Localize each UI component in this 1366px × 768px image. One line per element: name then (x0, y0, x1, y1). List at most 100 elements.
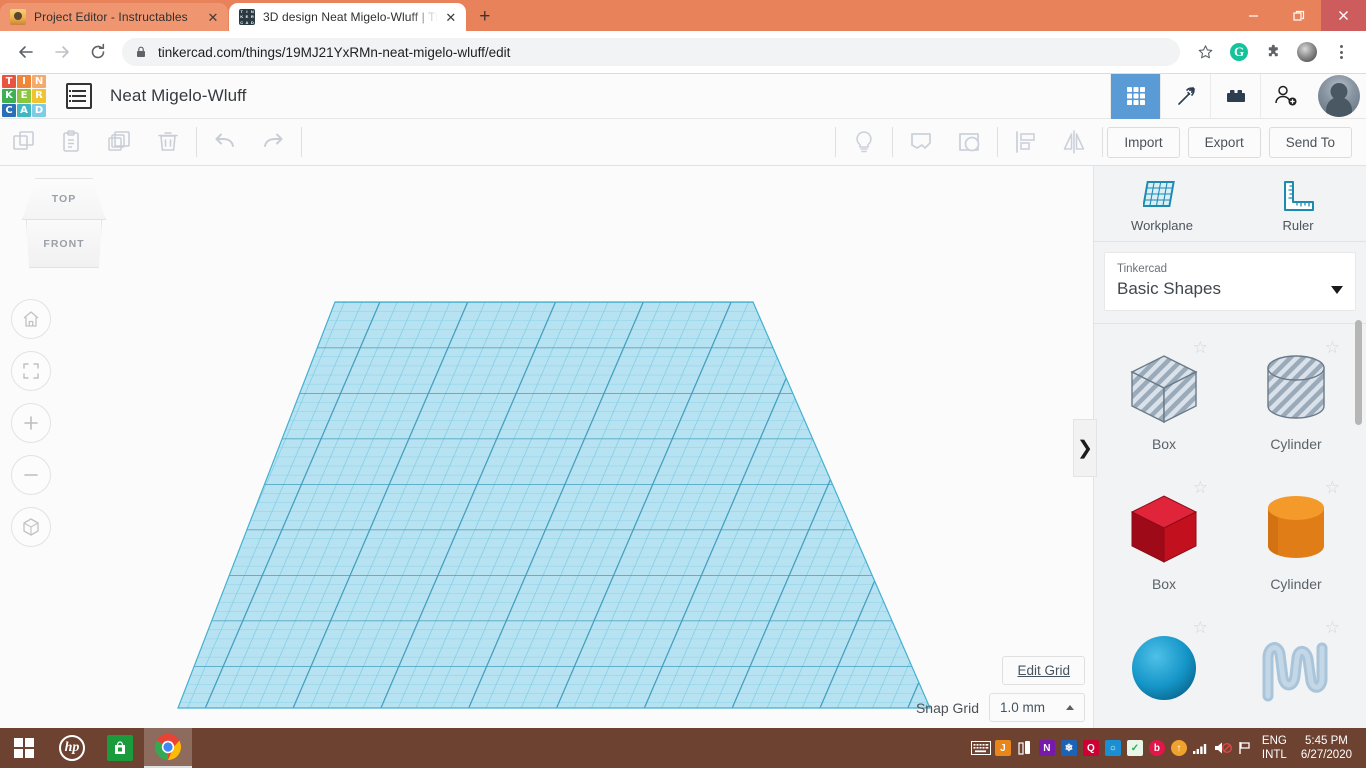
new-tab-button[interactable]: + (471, 2, 499, 30)
hp-button[interactable]: hp (48, 728, 96, 768)
workplane-tool[interactable]: Workplane (1094, 166, 1230, 241)
send-to-button[interactable]: Send To (1269, 127, 1352, 158)
snap-grid-select[interactable]: 1.0 mm (989, 693, 1085, 722)
clock-date: 6/27/2020 (1301, 748, 1352, 762)
undo-button[interactable] (201, 119, 249, 166)
lego-brick-icon[interactable] (1210, 74, 1260, 119)
touch-keyboard-icon[interactable] (970, 728, 992, 768)
browser-toolbar: tinkercad.com/things/19MJ21YxRMn-neat-mi… (0, 31, 1366, 74)
chrome-menu-icon[interactable] (1327, 38, 1355, 66)
tab-title: 3D design Neat Migelo-Wluff | Ti (263, 10, 438, 24)
shape-label: Cylinder (1270, 576, 1321, 592)
panel-collapse-toggle[interactable]: ❯ (1073, 419, 1097, 477)
language-indicator[interactable]: ENG INTL (1256, 734, 1293, 762)
close-icon[interactable]: ✕ (204, 8, 222, 26)
close-icon[interactable]: ✕ (442, 8, 460, 26)
forward-icon[interactable] (47, 37, 77, 67)
lightbulb-hint-button[interactable] (840, 119, 888, 166)
snap-grid-value: 1.0 mm (1000, 700, 1045, 715)
logo-tile-e: E (17, 89, 31, 102)
fit-to-view-button[interactable] (11, 351, 51, 391)
3d-canvas[interactable]: Workplane TOP FRONT (0, 166, 1093, 728)
snowflake-icon[interactable]: ❄ (1058, 728, 1080, 768)
volume-muted-icon[interactable] (1212, 728, 1234, 768)
browser-tab-instructables[interactable]: Project Editor - Instructables ✕ (0, 3, 228, 31)
panel-tools: Workplane Ruler (1094, 166, 1366, 242)
workplane[interactable] (0, 166, 1093, 728)
duplicate-button[interactable] (96, 119, 144, 166)
back-icon[interactable] (11, 37, 41, 67)
copy-button[interactable] (0, 119, 48, 166)
panel-scrollbar[interactable] (1355, 320, 1362, 425)
onenote-icon[interactable]: N (1036, 728, 1058, 768)
group-button[interactable] (897, 119, 945, 166)
view-cube-top-face[interactable]: TOP (22, 178, 106, 220)
beats-audio-icon[interactable]: b (1146, 728, 1168, 768)
cylinder-hole-art (1250, 344, 1342, 430)
edit-grid-button[interactable]: Edit Grid (1002, 656, 1085, 685)
paste-button[interactable] (48, 119, 96, 166)
header-actions (1110, 74, 1366, 119)
maximize-button[interactable] (1276, 0, 1321, 31)
shape-item-sphere[interactable]: ☆ Sphere (1098, 612, 1230, 719)
bookmark-star-icon[interactable] (1191, 38, 1219, 66)
update-icon[interactable]: ↑ (1168, 728, 1190, 768)
view-cube[interactable]: TOP FRONT (22, 178, 106, 268)
start-button[interactable] (0, 728, 48, 768)
pen-tool-icon[interactable] (1014, 728, 1036, 768)
ruler-icon (1280, 180, 1316, 212)
mirror-button[interactable] (1050, 119, 1098, 166)
shape-label: Box (1152, 436, 1176, 452)
user-avatar[interactable] (1318, 75, 1360, 117)
kebab-dots (1340, 45, 1343, 59)
toolbar-divider (835, 127, 836, 157)
toolbar-divider (301, 127, 302, 157)
project-list-icon[interactable] (66, 83, 92, 109)
beats-badge: b (1149, 740, 1165, 756)
chrome-button[interactable] (144, 728, 192, 768)
pickaxe-icon[interactable] (1160, 74, 1210, 119)
invite-user-icon[interactable] (1260, 74, 1310, 119)
export-button[interactable]: Export (1188, 127, 1261, 158)
logo-tile-n: N (32, 75, 46, 88)
screen: Project Editor - Instructables ✕ TINKERC… (0, 0, 1366, 768)
address-bar[interactable]: tinkercad.com/things/19MJ21YxRMn-neat-mi… (122, 38, 1180, 66)
shape-item-cylinder-orange[interactable]: ☆ Cylinder (1230, 472, 1362, 612)
action-center-icon[interactable] (1234, 728, 1256, 768)
profile-avatar-icon[interactable] (1293, 38, 1321, 66)
microsoft-store-button[interactable] (96, 728, 144, 768)
java-icon[interactable]: J (992, 728, 1014, 768)
shape-library-select[interactable]: Tinkercad Basic Shapes (1104, 252, 1356, 311)
delete-button[interactable] (144, 119, 192, 166)
import-button[interactable]: Import (1107, 127, 1179, 158)
security-check-icon[interactable]: ✓ (1124, 728, 1146, 768)
tinkercad-logo[interactable]: T I N K E R C A D (2, 75, 46, 117)
scribble-art (1250, 624, 1342, 710)
grammarly-icon[interactable]: G (1225, 38, 1253, 66)
shape-item-box-red[interactable]: ☆ Box (1098, 472, 1230, 612)
snap-grid-label: Snap Grid (916, 700, 979, 716)
quicktime-icon[interactable]: Q (1080, 728, 1102, 768)
blocks-grid-icon[interactable] (1110, 74, 1160, 119)
reload-icon[interactable] (83, 37, 113, 67)
taskbar-clock[interactable]: 5:45 PM 6/27/2020 (1293, 734, 1360, 762)
network-signal-icon[interactable] (1190, 728, 1212, 768)
home-view-button[interactable] (11, 299, 51, 339)
ruler-tool[interactable]: Ruler (1230, 166, 1366, 241)
shape-item-cylinder-hole[interactable]: ☆ Cylinder (1230, 332, 1362, 472)
onedrive-icon[interactable]: ○ (1102, 728, 1124, 768)
ungroup-button[interactable] (945, 119, 993, 166)
zoom-out-button[interactable] (11, 455, 51, 495)
perspective-toggle-button[interactable] (11, 507, 51, 547)
shape-item-scribble[interactable]: ☆ Scribble (1230, 612, 1362, 719)
browser-tab-tinkercad[interactable]: TINKERCAD 3D design Neat Migelo-Wluff | … (229, 3, 466, 31)
shape-item-box-hole[interactable]: ☆ Box (1098, 332, 1230, 472)
close-window-button[interactable] (1321, 0, 1366, 31)
zoom-in-button[interactable] (11, 403, 51, 443)
view-cube-front-face[interactable]: FRONT (26, 220, 102, 268)
minimize-button[interactable] (1231, 0, 1276, 31)
logo-tile-a: A (17, 104, 31, 117)
align-button[interactable] (1002, 119, 1050, 166)
extensions-puzzle-icon[interactable] (1259, 38, 1287, 66)
redo-button[interactable] (249, 119, 297, 166)
